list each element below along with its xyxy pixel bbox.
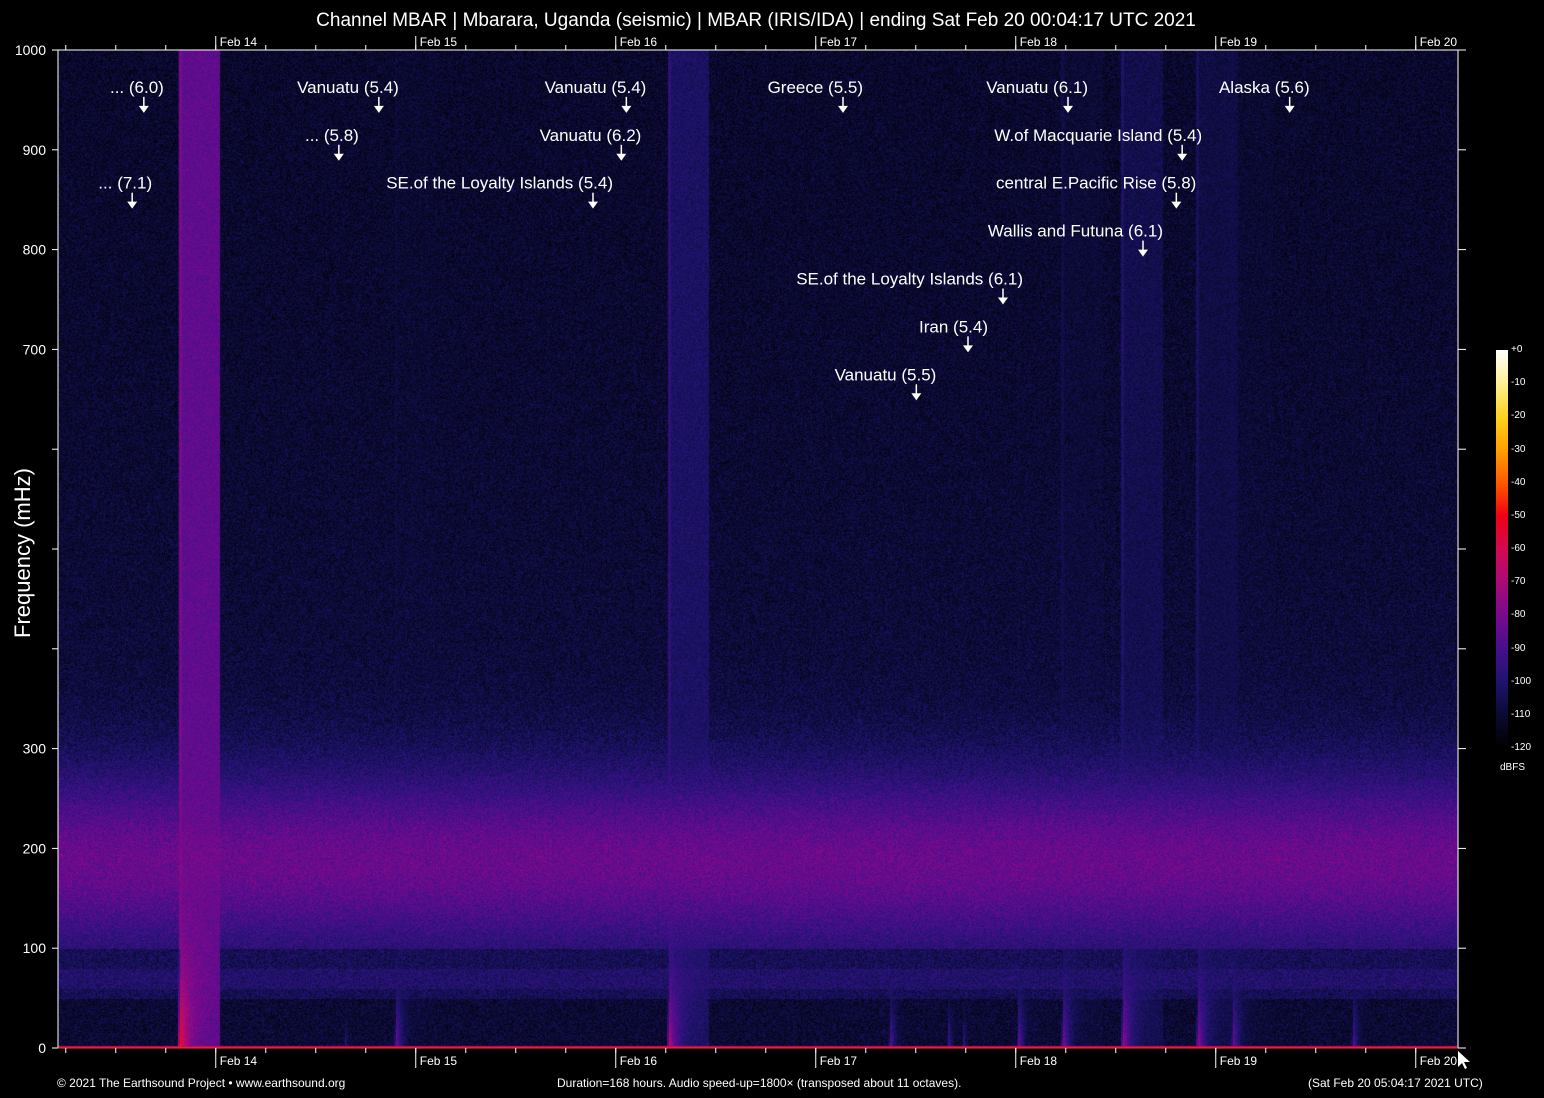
event-label: Iran (5.4) <box>919 317 988 336</box>
y-tick-label: 1000 <box>15 42 46 58</box>
event-arrow-icon <box>588 201 598 209</box>
y-tick-label: 100 <box>23 940 47 956</box>
event-arrow-icon <box>998 297 1008 305</box>
x-tick-label: Feb 15 <box>420 1054 458 1068</box>
x-tick-label-top: Feb 16 <box>620 35 658 49</box>
event-arrow-icon <box>127 201 138 209</box>
y-tick-label: 0 <box>38 1040 46 1056</box>
y-axis-label: Frequency (mHz) <box>10 468 35 638</box>
event-label: Greece (5.5) <box>768 78 863 97</box>
event-arrow-icon <box>1284 105 1295 113</box>
event-label: Vanuatu (5.4) <box>297 78 399 97</box>
event-arrow-icon <box>616 153 627 161</box>
x-tick-label: Feb 20 <box>1420 1054 1458 1068</box>
colorbar-tick-label: -70 <box>1511 576 1526 588</box>
colorbar-tick-label: -40 <box>1511 476 1526 488</box>
x-tick-label: Feb 19 <box>1220 1054 1258 1068</box>
colorbar-tick-label: -90 <box>1511 642 1526 654</box>
x-tick-label: Feb 14 <box>220 1054 258 1068</box>
colorbar-tick-label: -120 <box>1511 742 1532 753</box>
colorbar-tick-label: -60 <box>1511 543 1526 554</box>
event-label: SE.of the Loyalty Islands (6.1) <box>796 269 1023 288</box>
y-tick-label: 700 <box>23 341 47 357</box>
event-label: Vanuatu (5.5) <box>835 365 937 384</box>
event-arrow-icon <box>333 153 344 161</box>
event-arrow-icon <box>1171 201 1182 209</box>
event-label: Vanuatu (5.4) <box>545 78 647 97</box>
x-tick-label-top: Feb 18 <box>1020 35 1058 49</box>
footer-local-time: (Sat Feb 20 05:04:17 2021 UTC) <box>1308 1076 1483 1090</box>
colorbar-tick-label: -110 <box>1511 708 1531 720</box>
x-tick-label-top: Feb 17 <box>820 35 858 49</box>
x-tick-label-top: Feb 15 <box>420 35 458 49</box>
x-tick-label-top: Feb 19 <box>1220 35 1258 49</box>
event-label: Wallis and Futuna (6.1) <box>988 222 1163 241</box>
y-tick-label: 900 <box>23 142 47 158</box>
footer-copyright: © 2021 The Earthsound Project • www.eart… <box>57 1076 346 1090</box>
event-arrow-icon <box>963 345 973 353</box>
y-tick-label: 200 <box>23 840 47 856</box>
event-arrow-icon <box>1177 153 1188 161</box>
event-arrow-icon <box>621 105 632 113</box>
event-label: ... (7.1) <box>98 174 152 193</box>
colorbar-tick-label: +0 <box>1511 344 1523 355</box>
y-tick-label: 300 <box>23 741 47 757</box>
x-tick-label-top: Feb 14 <box>220 35 258 49</box>
y-tick-label: 800 <box>23 242 47 258</box>
x-tick-label: Feb 16 <box>620 1054 658 1068</box>
x-tick-label: Feb 17 <box>820 1054 858 1068</box>
event-arrow-icon <box>1138 249 1148 257</box>
event-label: Vanuatu (6.1) <box>986 78 1088 97</box>
x-tick-label: Feb 18 <box>1020 1054 1058 1068</box>
event-label: central E.Pacific Rise (5.8) <box>996 174 1196 193</box>
x-tick-label-top: Feb 20 <box>1420 35 1458 49</box>
event-arrow-icon <box>138 105 149 113</box>
event-arrow-icon <box>1063 105 1073 113</box>
event-label: Alaska (5.6) <box>1219 78 1310 97</box>
colorbar-tick-label: -10 <box>1511 377 1526 389</box>
colorbar-tick-label: -80 <box>1511 609 1526 621</box>
cursor-icon <box>1458 1051 1470 1069</box>
colorbar-tick-label: -20 <box>1511 410 1526 422</box>
axes: 0 100 200 300 700 800 900 1000 Feb 14 Feb 14 Feb 1… <box>15 35 1470 1069</box>
event-arrow-icon <box>911 393 922 401</box>
event-arrow-icon <box>373 105 384 113</box>
event-label: W.of Macquarie Island (5.4) <box>994 126 1202 145</box>
colorbar-tick-label: -30 <box>1511 443 1526 455</box>
event-arrow-icon <box>838 105 848 113</box>
colorbar <box>1496 350 1508 748</box>
colorbar-tick-label: -100 <box>1511 675 1532 687</box>
event-label: ... (6.0) <box>110 78 164 97</box>
colorbar-unit: dBFS <box>1500 762 1526 773</box>
event-label: ... (5.8) <box>305 126 359 145</box>
footer-info: Duration=168 hours. Audio speed-up=1800×… <box>557 1076 962 1090</box>
event-label: SE.of the Loyalty Islands (5.4) <box>386 174 613 193</box>
event-label: Vanuatu (6.2) <box>540 126 642 145</box>
colorbar-tick-label: -50 <box>1511 509 1526 521</box>
